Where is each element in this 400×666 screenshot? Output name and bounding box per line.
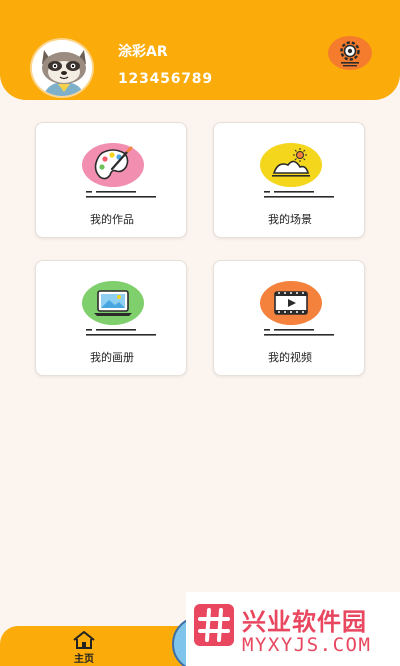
profile-header: 涂彩AR 123456789 [0,0,400,100]
settings-button[interactable] [328,36,372,70]
home-icon [73,631,95,649]
divider-lines [264,329,334,336]
raccoon-avatar[interactable] [30,38,94,98]
card-my-videos[interactable]: 我的视频 [213,260,365,376]
hash-logo-icon [194,604,234,646]
card-label: 我的作品 [90,213,134,226]
card-label: 我的场景 [268,213,312,226]
nav-home-label: 主页 [74,654,94,665]
watermark-title: 兴业软件园 [242,608,367,636]
divider-lines [86,329,156,336]
card-my-album[interactable]: 我的画册 [35,260,187,376]
card-my-scenes[interactable]: 我的场景 [213,122,365,238]
user-id: 123456789 [118,71,213,87]
username: 涂彩AR [118,44,168,60]
card-label: 我的视频 [268,351,312,364]
divider-lines [264,191,334,198]
card-my-works[interactable]: 我的作品 [35,122,187,238]
video-icon [260,281,322,325]
raccoon-icon [32,40,92,96]
laptop-picture-icon [82,281,144,325]
scene-icon [260,143,322,187]
nav-home-tab[interactable]: 主页 [62,630,106,665]
gear-icon [340,41,360,67]
palette-icon [82,143,144,187]
divider-lines [86,191,156,198]
watermark: 兴业软件园 MYXYJS.COM [186,592,400,666]
card-label: 我的画册 [90,351,134,364]
watermark-url: MYXYJS.COM [242,634,372,656]
